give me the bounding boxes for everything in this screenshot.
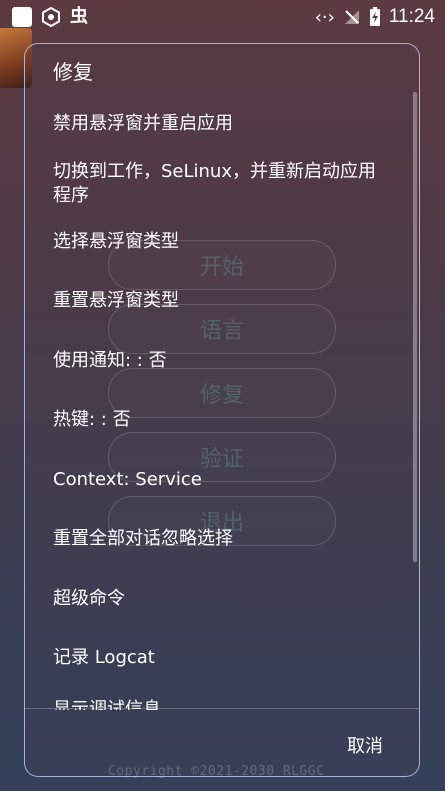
no-signal-icon: [344, 10, 359, 24]
option-reset-dialog-ignore[interactable]: 重置全部对话忽略选择: [53, 527, 393, 551]
battery-charging-icon: [369, 7, 380, 26]
repair-dialog: 修复 禁用悬浮窗并重启应用 切换到工作，SeLinux，并重新启动应用程序 选择…: [24, 43, 420, 777]
list-scrollbar[interactable]: [413, 92, 417, 562]
option-super-command[interactable]: 超级命令: [53, 587, 393, 611]
dialog-divider: [25, 708, 419, 709]
option-context-service[interactable]: Context: Service: [53, 468, 393, 492]
bug-icon: 虫: [70, 6, 88, 27]
dialog-title: 修复: [53, 60, 93, 84]
clock: 11:24: [388, 6, 435, 27]
status-bar: 虫 ‹·› 11:24: [0, 0, 445, 32]
option-use-notification[interactable]: 使用通知: : 否: [53, 349, 393, 373]
option-reset-overlay-type[interactable]: 重置悬浮窗类型: [53, 289, 393, 313]
option-select-overlay-type[interactable]: 选择悬浮窗类型: [53, 230, 393, 254]
option-disable-overlay-restart[interactable]: 禁用悬浮窗并重启应用: [53, 112, 393, 136]
hex-icon: [42, 6, 60, 28]
option-switch-work-selinux[interactable]: 切换到工作，SeLinux，并重新启动应用程序: [53, 160, 393, 208]
option-hotkey[interactable]: 热键: : 否: [53, 408, 393, 432]
dialog-options-list[interactable]: 禁用悬浮窗并重启应用 切换到工作，SeLinux，并重新启动应用程序 选择悬浮窗…: [25, 98, 419, 710]
option-record-logcat[interactable]: 记录 Logcat: [53, 646, 393, 670]
cancel-button[interactable]: 取消: [347, 732, 383, 758]
app-notification-icon: [12, 7, 32, 27]
data-transfer-icon: ‹·›: [314, 6, 335, 28]
